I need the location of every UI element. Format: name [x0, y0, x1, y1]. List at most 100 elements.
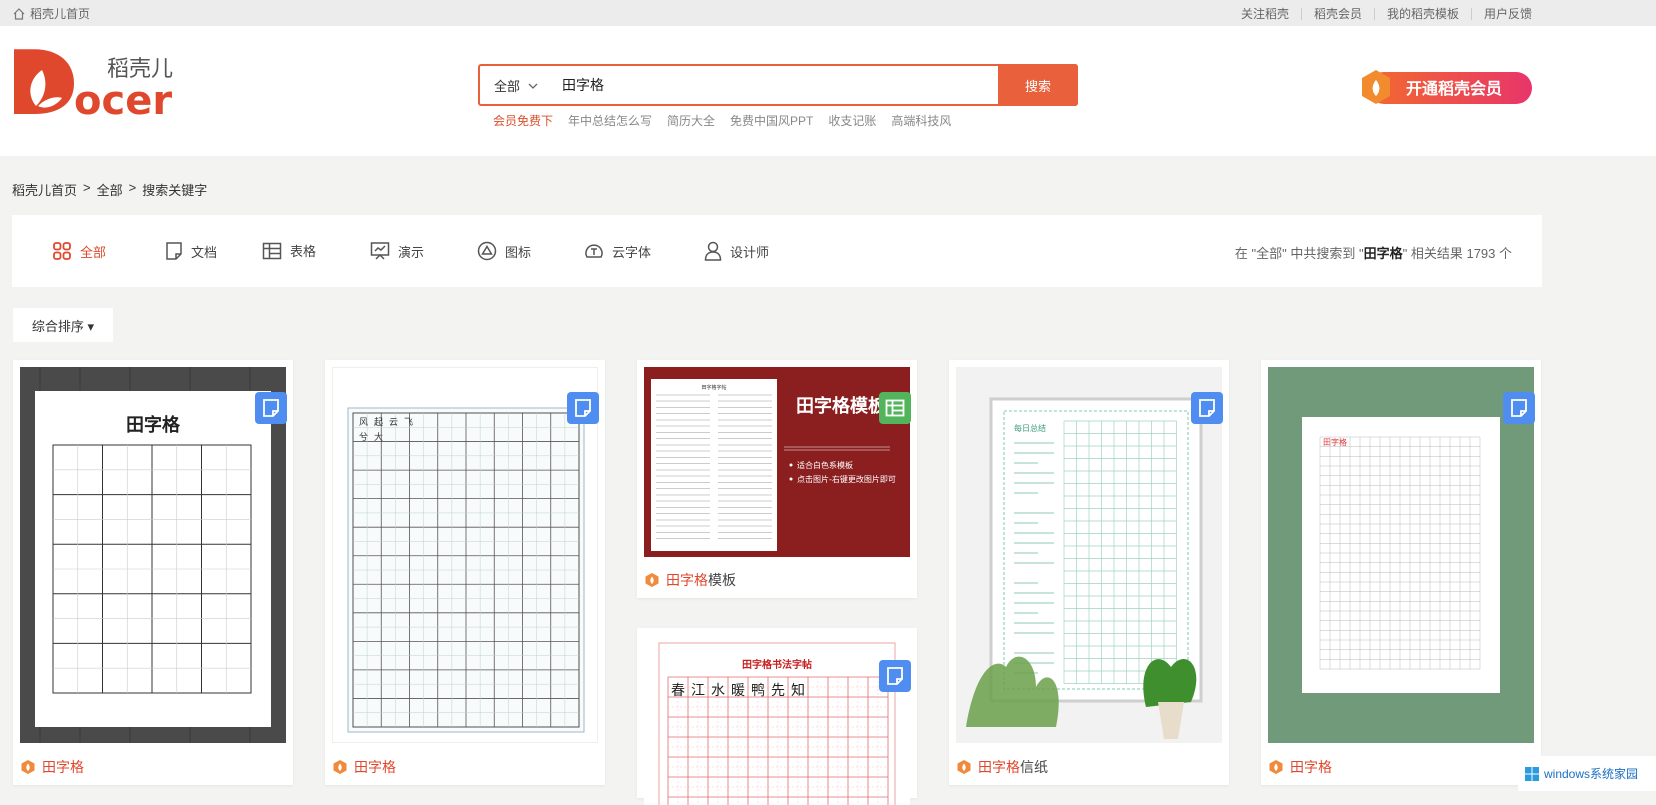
thumb-char: 兮: [359, 431, 368, 443]
template-title[interactable]: 田字格: [20, 757, 84, 777]
vip-banner[interactable]: 开通稻壳会员: [1358, 68, 1534, 106]
thumb-char: 大: [374, 431, 383, 443]
breadcrumb-all[interactable]: 全部: [97, 180, 123, 199]
title-rest: 模板: [708, 572, 736, 588]
logo-en-text: ocer: [74, 78, 172, 123]
presentation-icon: [370, 242, 390, 260]
thumb-char: 先: [771, 683, 785, 699]
breadcrumb: 稻壳儿首页 > 全部 > 搜索关键字: [12, 180, 207, 199]
docer-logo-icon: [957, 760, 971, 774]
search-scope-label: 全部: [494, 79, 521, 94]
windows-logo-icon: [1525, 766, 1539, 781]
thumb-char: 江: [691, 683, 705, 699]
document-icon: [887, 667, 903, 685]
template-thumbnail[interactable]: 每日总结: [956, 367, 1222, 743]
tab-cloud-font[interactable]: 云字体: [584, 241, 651, 261]
docer-logo[interactable]: 稻壳儿 ocer: [12, 48, 182, 124]
document-type-badge: [567, 392, 599, 424]
follow-link[interactable]: 关注稻壳: [1229, 5, 1301, 22]
thumb-char: 知: [791, 682, 805, 699]
breadcrumb-separator: >: [128, 180, 137, 195]
site-watermark: windows系统家园: [1518, 756, 1656, 791]
tab-label: 云字体: [612, 244, 652, 260]
template-thumbnail[interactable]: 田字格字帖 田字格模板 适合白色系模板 点击图片-右键更改图片即可: [644, 367, 910, 557]
search-input[interactable]: [558, 66, 998, 104]
font-cloud-icon: [585, 244, 603, 258]
template-thumbnail[interactable]: 风 起 云 飞 兮 大: [332, 367, 598, 743]
thumb-char: 云: [389, 418, 398, 428]
mini-title: 田字格字帖: [701, 384, 726, 391]
document-icon: [166, 242, 182, 260]
thumb-char: 风: [359, 417, 368, 428]
document-icon: [1511, 399, 1527, 417]
template-thumbnail[interactable]: 田字格书法字帖 春 江 水 暖 鸭 先 知: [644, 635, 910, 805]
tab-label: 演示: [398, 244, 425, 260]
hotword-link[interactable]: 简历大全: [667, 112, 715, 129]
template-card[interactable]: 每日总结 田字格信纸: [949, 360, 1229, 785]
document-type-badge: [255, 392, 287, 424]
feedback-link[interactable]: 用户反馈: [1472, 5, 1544, 22]
breadcrumb-home[interactable]: 稻壳儿首页: [12, 180, 77, 199]
title-keyword: 田字格: [42, 759, 84, 775]
document-icon: [1199, 399, 1215, 417]
template-title[interactable]: 田字格: [332, 757, 396, 777]
tab-spreadsheet[interactable]: 表格: [262, 241, 316, 260]
document-icon: [575, 399, 591, 417]
docer-logo-icon: [1269, 760, 1283, 774]
template-card[interactable]: 风 起 云 飞 兮 大 田字格: [325, 360, 605, 785]
tab-document[interactable]: 文档: [165, 241, 217, 261]
tab-label: 设计师: [730, 244, 770, 260]
sort-dropdown[interactable]: 综合排序 ▾: [13, 308, 113, 342]
tab-all[interactable]: 全部: [52, 241, 106, 261]
grid-icon: [53, 242, 71, 260]
result-count: 在 "全部" 中共搜索到 "田字格" 相关结果 1793 个: [1235, 243, 1512, 262]
title-rest: 信纸: [1020, 759, 1048, 775]
thumb-char: 水: [711, 683, 725, 699]
breadcrumb-separator: >: [83, 180, 91, 195]
document-icon: [263, 399, 279, 417]
tab-presentation[interactable]: 演示: [370, 241, 424, 261]
home-icon: [13, 7, 25, 20]
hotword-link[interactable]: 年中总结怎么写: [568, 112, 652, 129]
thumb-char: 飞: [404, 417, 413, 428]
template-title[interactable]: 田字格模板: [644, 570, 736, 590]
search-scope-select[interactable]: 全部: [494, 76, 538, 95]
template-thumbnail[interactable]: 田字格: [20, 367, 286, 743]
thumb-char: 起: [374, 417, 383, 428]
top-links: 关注稻壳 稻壳会员 我的稻壳模板 用户反馈: [1229, 5, 1544, 22]
hotword-link[interactable]: 高端科技风: [891, 112, 951, 129]
thumb-title: 田字格: [1323, 437, 1347, 447]
template-card[interactable]: 田字格 田字格: [13, 360, 293, 785]
chevron-down-icon: [528, 83, 538, 89]
my-templates-link[interactable]: 我的稻壳模板: [1375, 5, 1471, 22]
title-keyword: 田字格: [354, 759, 396, 775]
document-type-badge: [1191, 392, 1223, 424]
home-link[interactable]: 稻壳儿首页: [12, 5, 90, 22]
thumb-char: 鸭: [751, 683, 765, 699]
template-title[interactable]: 田字格: [1268, 757, 1332, 777]
search-button[interactable]: 搜索: [998, 64, 1078, 106]
result-count-keyword: 田字格: [1363, 246, 1403, 261]
category-tabs: 全部 文档 表格 演示 图标 云字体 设计师 在 "全部" 中共搜索到 "田字格…: [12, 215, 1542, 287]
search-box: 全部 搜索: [478, 64, 1078, 106]
thumb-char: 暖: [731, 683, 745, 699]
template-thumbnail[interactable]: 田字格: [1268, 367, 1534, 743]
result-count-prefix: 在 "全部" 中共搜索到 ": [1234, 246, 1364, 261]
hotword-link[interactable]: 会员免费下: [493, 112, 553, 129]
template-title[interactable]: 田字格信纸: [956, 757, 1048, 777]
home-link-label: 稻壳儿首页: [30, 7, 91, 21]
template-card[interactable]: 田字格字帖 田字格模板 适合白色系模板 点击图片-右键更改图片即可 田字格模板: [637, 360, 917, 598]
hot-keywords: 会员免费下 年中总结怎么写 简历大全 免费中国风PPT 收支记账 高端科技风: [493, 112, 951, 129]
vip-banner-label: 开通稻壳会员: [1406, 79, 1502, 98]
membership-link[interactable]: 稻壳会员: [1302, 5, 1374, 22]
docer-logo-icon: [333, 760, 347, 774]
template-card[interactable]: 田字格 田字格: [1261, 360, 1541, 785]
tab-icons[interactable]: 图标: [477, 241, 531, 261]
template-card[interactable]: 田字格书法字帖 春 江 水 暖 鸭 先 知: [637, 628, 917, 805]
top-bar: 稻壳儿首页 关注稻壳 稻壳会员 我的稻壳模板 用户反馈: [0, 0, 1656, 26]
triangle-circle-icon: [477, 241, 497, 261]
hotword-link[interactable]: 免费中国风PPT: [730, 112, 813, 129]
hotword-link[interactable]: 收支记账: [828, 112, 876, 129]
thumb-title: 田字格模板: [796, 395, 887, 417]
tab-designer[interactable]: 设计师: [704, 241, 769, 261]
